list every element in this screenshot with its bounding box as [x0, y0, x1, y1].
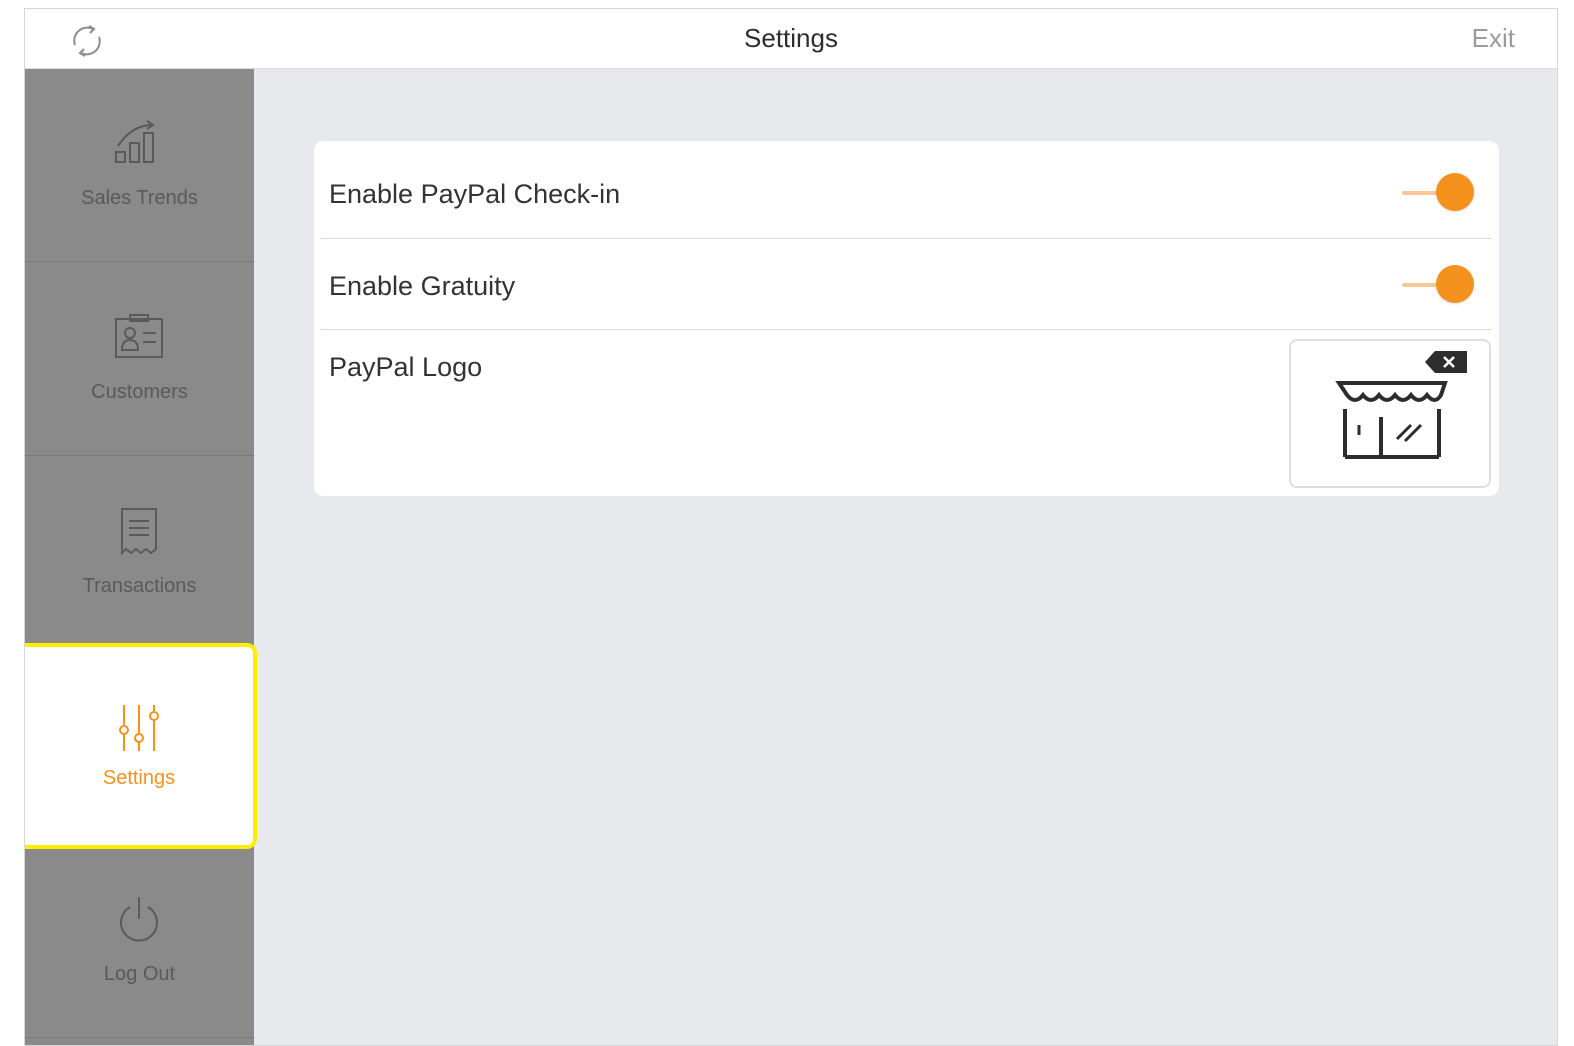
receipt-icon	[121, 508, 157, 556]
exit-button[interactable]: Exit	[1472, 23, 1515, 54]
page-title: Settings	[744, 23, 838, 53]
app-window: Settings Exit Sales Trends Customers Tra…	[24, 8, 1558, 1046]
sidebar-item-label: Settings	[102, 767, 176, 789]
sidebar-item-log-out[interactable]: Log Out	[25, 845, 254, 1038]
sidebar-item-label: Transactions	[82, 575, 197, 597]
gratuity-row: Enable Gratuity	[321, 239, 1492, 330]
sliders-icon	[119, 705, 159, 751]
sidebar-item-settings[interactable]: Settings	[25, 643, 257, 849]
sidebar-item-sales-trends[interactable]: Sales Trends	[25, 69, 254, 262]
settings-card: Enable PayPal Check-in Enable Gratuity P…	[314, 141, 1499, 496]
sidebar: Sales Trends Customers Transactions Sett…	[25, 69, 257, 1045]
sidebar-item-label: Log Out	[103, 963, 176, 985]
sales-trends-icon	[115, 120, 155, 163]
customers-icon	[115, 314, 163, 358]
gratuity-toggle[interactable]	[1402, 265, 1474, 305]
power-icon	[120, 897, 158, 942]
logo-upload[interactable]	[1289, 339, 1491, 488]
sidebar-item-transactions[interactable]: Transactions	[25, 457, 254, 650]
top-bar: Settings Exit	[25, 9, 1557, 69]
toggle-knob	[1436, 173, 1474, 211]
checkin-label: Enable PayPal Check-in	[329, 179, 621, 209]
store-icon	[1335, 381, 1448, 459]
sidebar-item-customers[interactable]: Customers	[25, 263, 254, 456]
checkin-row: Enable PayPal Check-in	[321, 141, 1492, 239]
gratuity-label: Enable Gratuity	[329, 271, 516, 301]
checkin-toggle[interactable]	[1402, 173, 1474, 213]
sidebar-item-label: Customers	[91, 381, 188, 403]
logo-label: PayPal Logo	[329, 352, 483, 382]
sidebar-item-label: Sales Trends	[81, 187, 198, 209]
remove-icon[interactable]	[1425, 351, 1467, 373]
toggle-knob	[1436, 265, 1474, 303]
